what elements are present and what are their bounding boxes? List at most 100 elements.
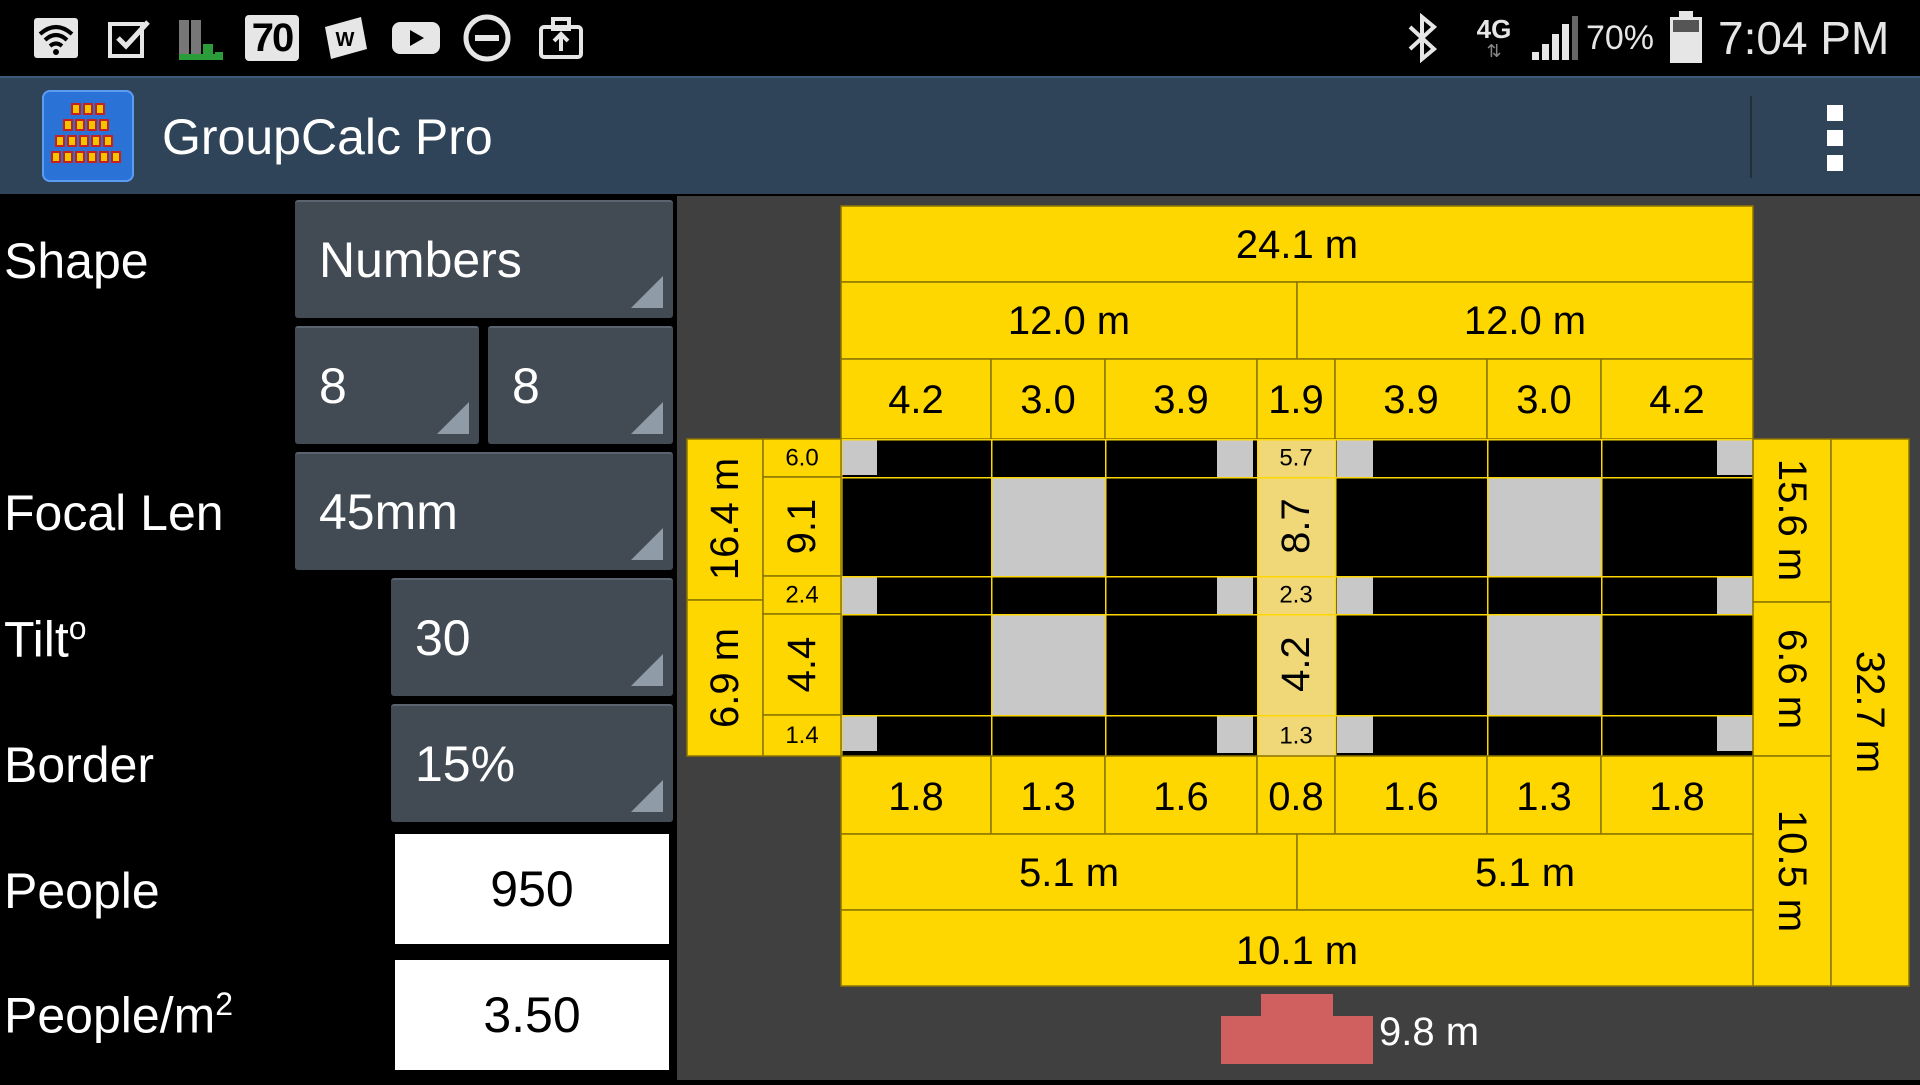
app-title: GroupCalc Pro bbox=[162, 109, 493, 165]
border-dropdown[interactable]: 15% bbox=[391, 704, 673, 822]
inner-notch bbox=[1217, 715, 1253, 753]
center-column-label: 2.3 bbox=[1279, 582, 1312, 609]
signal-bars-green-icon bbox=[176, 14, 226, 62]
overflow-menu-button[interactable] bbox=[1800, 98, 1870, 178]
overflow-dot-icon bbox=[1827, 155, 1843, 171]
rows-dropdown[interactable]: 8 bbox=[295, 326, 479, 444]
grid-line-vertical bbox=[1257, 439, 1259, 756]
network-type: 4G bbox=[1476, 14, 1512, 44]
action-bar: GroupCalc Pro bbox=[0, 76, 1920, 194]
left-outer-label: 16.4 m bbox=[703, 458, 747, 580]
inner-notch bbox=[1337, 576, 1373, 614]
tilt-value: 30 bbox=[415, 610, 471, 666]
left-inner-label: 1.4 bbox=[785, 722, 818, 749]
action-bar-divider bbox=[1750, 96, 1752, 178]
battery-percent: 70% bbox=[1585, 18, 1655, 57]
dropdown-triangle-icon bbox=[631, 402, 663, 434]
camera-marker-top bbox=[1261, 994, 1333, 1016]
notification-badge-text: 70 bbox=[245, 15, 299, 61]
inner-notch bbox=[1217, 439, 1253, 477]
density-superscript: 2 bbox=[215, 986, 234, 1022]
bottom-total-label: 10.1 m bbox=[1236, 929, 1358, 973]
dropdown-triangle-icon bbox=[631, 780, 663, 812]
dropdown-triangle-icon bbox=[631, 654, 663, 686]
grid-line-vertical bbox=[991, 439, 993, 756]
left-inner-label: 9.1 bbox=[780, 499, 824, 555]
focal-length-label: Focal Len bbox=[4, 485, 224, 541]
cell-signal-icon bbox=[1528, 14, 1582, 62]
bottom-segment-label: 0.8 bbox=[1268, 775, 1324, 819]
top-segment-label: 3.9 bbox=[1383, 378, 1439, 422]
border-label: Border bbox=[4, 737, 155, 793]
tilt-dropdown[interactable]: 30 bbox=[391, 578, 673, 696]
camera-marker-body bbox=[1221, 1016, 1373, 1064]
cols-dropdown[interactable]: 8 bbox=[488, 326, 673, 444]
clock: 7:04 PM bbox=[1718, 12, 1890, 64]
grid-line-horizontal bbox=[841, 715, 1753, 717]
top-segment-label: 3.0 bbox=[1020, 378, 1076, 422]
gray-block bbox=[991, 477, 1105, 576]
people-label: People bbox=[4, 863, 160, 919]
camera-distance-label: 9.8 m bbox=[1379, 1010, 1479, 1054]
inner-notch bbox=[1217, 576, 1253, 614]
notification-badge-icon: 70 bbox=[244, 14, 300, 62]
top-half-label: 12.0 m bbox=[1464, 299, 1586, 343]
dropdown-triangle-icon bbox=[631, 528, 663, 560]
diagram-panel: 24.1 m 12.0 m 12.0 m 4.2 3.0 3.9 1.9 3.9 3.0 4.2 5… bbox=[677, 196, 1920, 1080]
dropdown-triangle-icon bbox=[631, 276, 663, 308]
wifi-icon bbox=[30, 14, 82, 62]
grid-line-horizontal bbox=[841, 614, 1753, 616]
bottom-half-label: 5.1 m bbox=[1019, 851, 1119, 895]
overflow-dot-icon bbox=[1827, 130, 1843, 146]
tilt-label-text: Tilt bbox=[4, 611, 69, 668]
right-inner-label: 10.5 m bbox=[1770, 810, 1814, 932]
gray-block bbox=[1487, 614, 1601, 715]
shape-dropdown[interactable]: Numbers bbox=[295, 200, 673, 318]
people-input[interactable]: 950 bbox=[395, 834, 669, 944]
battery-icon bbox=[1664, 11, 1708, 63]
corner-notch bbox=[1717, 715, 1753, 751]
side-notch bbox=[1717, 576, 1753, 614]
gray-block bbox=[1487, 477, 1601, 576]
bottom-half-label: 5.1 m bbox=[1475, 851, 1575, 895]
group-layout-diagram: 24.1 m 12.0 m 12.0 m 4.2 3.0 3.9 1.9 3.9 3.0 4.2 5… bbox=[686, 205, 1910, 1064]
inner-notch bbox=[1337, 715, 1373, 753]
briefcase-upload-icon bbox=[534, 14, 588, 62]
bottom-segment-label: 1.3 bbox=[1516, 775, 1572, 819]
border-value: 15% bbox=[415, 736, 516, 792]
corner-notch bbox=[841, 439, 877, 475]
tilt-degree-symbol: o bbox=[68, 610, 87, 646]
rows-value: 8 bbox=[319, 358, 347, 414]
focal-length-dropdown[interactable]: 45mm bbox=[295, 452, 673, 570]
word-app-icon: W bbox=[318, 14, 374, 62]
left-inner-label: 6.0 bbox=[785, 445, 818, 472]
density-input[interactable]: 3.50 bbox=[395, 960, 669, 1070]
overflow-dot-icon bbox=[1827, 105, 1843, 121]
right-total-label: 32.7 m bbox=[1848, 651, 1892, 773]
inner-notch bbox=[1337, 439, 1373, 477]
grid-line-vertical bbox=[1335, 439, 1337, 756]
grid-line-vertical bbox=[1487, 439, 1489, 756]
corner-notch bbox=[1717, 439, 1753, 475]
grid-line-vertical bbox=[1105, 439, 1107, 756]
youtube-icon bbox=[388, 14, 444, 62]
center-column-label: 4.2 bbox=[1274, 636, 1318, 692]
grid-line-horizontal bbox=[841, 477, 1753, 479]
dropdown-triangle-icon bbox=[437, 402, 469, 434]
corner-notch bbox=[841, 715, 877, 751]
center-column-label: 5.7 bbox=[1279, 445, 1312, 472]
top-segment-label: 4.2 bbox=[888, 378, 944, 422]
shape-value: Numbers bbox=[319, 232, 522, 288]
shape-label: Shape bbox=[4, 233, 149, 289]
grid-line-horizontal bbox=[841, 576, 1753, 578]
tilt-label: Tilto bbox=[4, 610, 87, 669]
cols-value: 8 bbox=[512, 358, 540, 414]
top-total-label: 24.1 m bbox=[1236, 223, 1358, 267]
bluetooth-icon bbox=[1400, 13, 1446, 63]
right-inner-label: 15.6 m bbox=[1770, 459, 1814, 581]
app-logo-icon[interactable] bbox=[42, 90, 134, 182]
bottom-segment-label: 1.6 bbox=[1383, 775, 1439, 819]
bottom-segment-label: 1.8 bbox=[1649, 775, 1705, 819]
density-label: People/m2 bbox=[4, 986, 233, 1045]
top-segment-label: 4.2 bbox=[1649, 378, 1705, 422]
